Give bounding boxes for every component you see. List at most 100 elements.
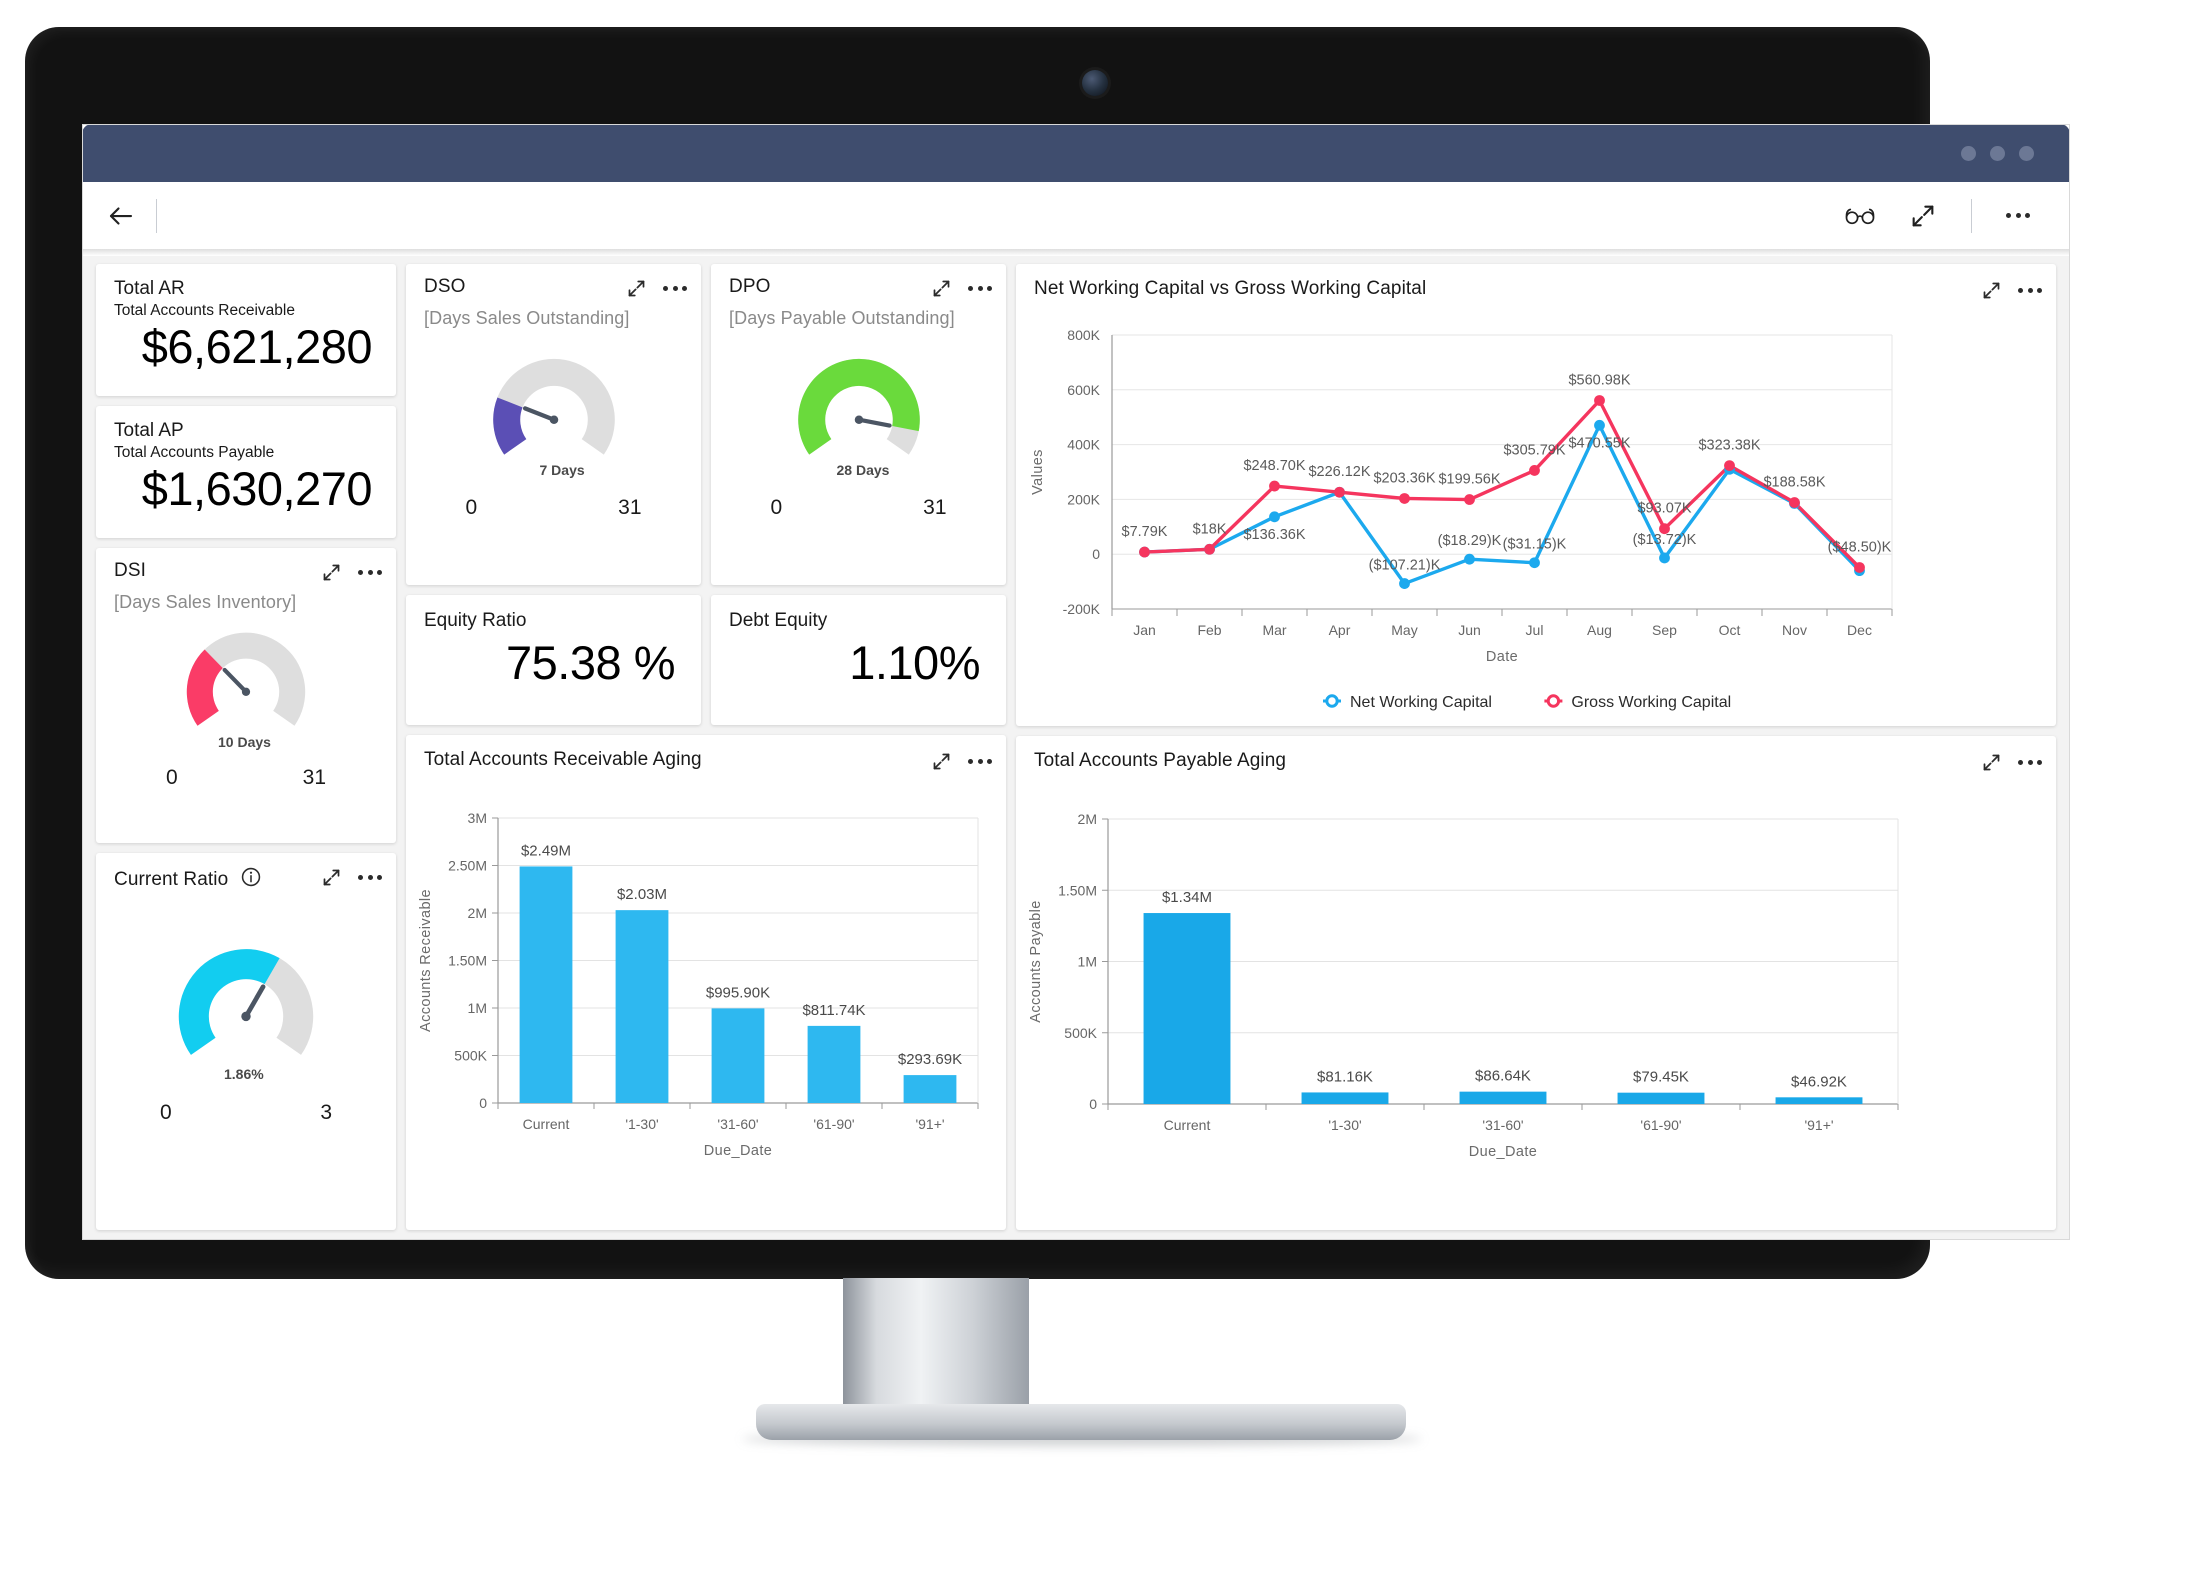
card-total-ar[interactable]: Total AR Total Accounts Receivable $6,62…	[96, 264, 396, 396]
svg-text:Oct: Oct	[1719, 622, 1741, 638]
gauge-value-label: 7 Days	[539, 461, 585, 478]
window-maximize-dot[interactable]	[1990, 146, 2005, 161]
screenshot-root: Total AR Total Accounts Receivable $6,62…	[0, 0, 2199, 1569]
expand-icon[interactable]	[1909, 202, 1937, 230]
dpo-title: DPO	[729, 276, 771, 297]
svg-text:'1-30': '1-30'	[625, 1116, 658, 1132]
total-ap-value: $1,630,270	[141, 462, 373, 515]
svg-text:1M: 1M	[468, 1000, 487, 1016]
svg-text:Gross Working Capital: Gross Working Capital	[1571, 694, 1731, 711]
svg-text:2.50M: 2.50M	[448, 858, 487, 874]
window-controls[interactable]	[1961, 146, 2034, 161]
svg-text:$226.12K: $226.12K	[1308, 464, 1370, 480]
current-ratio-gauge-dial: 1.86%	[162, 936, 330, 1096]
ap-aging-chart: 2M 1.50M 1M 500K 0 $1.34M Current $81.16K '1-30'…	[1016, 773, 2056, 1173]
svg-text:$305.79K: $305.79K	[1503, 442, 1565, 458]
nwc-gwc-title: Net Working Capital vs Gross Working Cap…	[1034, 278, 1427, 299]
svg-text:1.50M: 1.50M	[448, 953, 487, 969]
dso-title: DSO	[424, 276, 466, 297]
svg-text:800K: 800K	[1067, 327, 1100, 343]
current-ratio-title: Current Ratio	[114, 868, 229, 890]
svg-text:$7.79K: $7.79K	[1122, 524, 1168, 540]
svg-text:Net Working Capital: Net Working Capital	[1350, 694, 1492, 711]
total-ap-title: Total AP	[114, 420, 184, 441]
svg-text:Current: Current	[523, 1116, 570, 1132]
svg-text:($18.29)K: ($18.29)K	[1438, 533, 1502, 549]
ap-aging-more-icon[interactable]	[2018, 760, 2042, 765]
svg-text:2M: 2M	[1078, 811, 1097, 827]
nwc-gwc-focus-icon[interactable]	[1981, 280, 2002, 301]
dso-gauge: 7 Days 0 31	[406, 347, 701, 520]
svg-text:$203.36K: $203.36K	[1373, 470, 1435, 486]
dpo-subtitle: [Days Payable Outstanding]	[729, 308, 955, 328]
card-dso[interactable]: DSO [Days Sales Outstanding] 7 Days 0 31	[406, 264, 701, 585]
svg-text:1M: 1M	[1078, 954, 1097, 970]
dso-gauge-dial: 7 Days	[478, 347, 630, 492]
dsi-title: DSI	[114, 560, 146, 581]
card-equity-ratio[interactable]: Equity Ratio 75.38 %	[406, 595, 701, 725]
current-ratio-more-icon[interactable]	[358, 875, 382, 880]
card-ap-aging[interactable]: Total Accounts Payable Aging 2M 1.50M 1M…	[1016, 736, 2056, 1230]
svg-text:$995.90K: $995.90K	[706, 984, 770, 1001]
svg-text:($48.50)K: ($48.50)K	[1828, 539, 1892, 555]
nwc-gwc-line-chart: 800K 600K 400K 200K 0 -200K Jan Feb Mar Apr May Jun…	[1016, 301, 2056, 724]
card-current-ratio[interactable]: Current Ratio 1.86% 0 3	[96, 853, 396, 1230]
gauge-value-label: 28 Days	[836, 461, 890, 478]
dpo-gauge: 28 Days 0 31	[711, 347, 1006, 520]
svg-text:Aug: Aug	[1587, 622, 1612, 638]
svg-text:$248.70K: $248.70K	[1243, 458, 1305, 474]
dsi-focus-icon[interactable]	[321, 562, 342, 583]
ap-aging-focus-icon[interactable]	[1981, 752, 2002, 773]
svg-text:$18K: $18K	[1193, 521, 1227, 537]
dpo-more-icon[interactable]	[968, 286, 992, 291]
nwc-gwc-more-icon[interactable]	[2018, 288, 2042, 293]
card-debt-equity[interactable]: Debt Equity 1.10%	[711, 595, 1006, 725]
window-minimize-dot[interactable]	[1961, 146, 1976, 161]
ar-aging-focus-icon[interactable]	[931, 751, 952, 772]
svg-text:-200K: -200K	[1063, 601, 1101, 617]
arrow-left-icon[interactable]	[106, 201, 136, 231]
ar-aging-more-icon[interactable]	[968, 759, 992, 764]
svg-text:$1.34M: $1.34M	[1162, 889, 1212, 906]
svg-text:$86.64K: $86.64K	[1475, 1068, 1531, 1085]
total-ar-title: Total AR	[114, 278, 185, 299]
dpo-focus-icon[interactable]	[931, 278, 952, 299]
window-close-dot[interactable]	[2019, 146, 2034, 161]
svg-text:$199.56K: $199.56K	[1438, 472, 1500, 488]
svg-text:Nov: Nov	[1782, 622, 1807, 638]
dsi-subtitle: [Days Sales Inventory]	[114, 592, 297, 612]
dsi-more-icon[interactable]	[358, 570, 382, 575]
dpo-gauge-min: 0	[770, 495, 783, 519]
svg-text:Feb: Feb	[1197, 622, 1221, 638]
svg-text:($31.15)K: ($31.15)K	[1503, 537, 1567, 553]
svg-text:Jul: Jul	[1526, 622, 1544, 638]
card-total-ap[interactable]: Total AP Total Accounts Payable $1,630,2…	[96, 406, 396, 538]
card-nwc-gwc[interactable]: Net Working Capital vs Gross Working Cap…	[1016, 264, 2056, 726]
dso-more-icon[interactable]	[663, 286, 687, 291]
svg-text:2M: 2M	[468, 905, 487, 921]
current-ratio-gauge: 1.86% 0 3	[96, 936, 396, 1126]
dsi-gauge: 10 Days 0 31	[96, 621, 396, 790]
card-dpo[interactable]: DPO [Days Payable Outstanding] 28 Days 0…	[711, 264, 1006, 585]
svg-text:Due_Date: Due_Date	[704, 1143, 773, 1159]
total-ap-subtitle: Total Accounts Payable	[114, 444, 275, 461]
svg-text:Current: Current	[1164, 1117, 1211, 1133]
app-screen: Total AR Total Accounts Receivable $6,62…	[82, 124, 2070, 1240]
glasses-icon[interactable]	[1845, 205, 1875, 227]
info-icon[interactable]	[240, 866, 262, 894]
svg-text:$811.74K: $811.74K	[802, 1002, 865, 1019]
total-ar-value: $6,621,280	[141, 320, 373, 373]
svg-text:Accounts Receivable: Accounts Receivable	[418, 889, 434, 1032]
dso-focus-icon[interactable]	[626, 278, 647, 299]
dsi-gauge-min: 0	[166, 766, 178, 790]
more-options-icon[interactable]	[2006, 213, 2030, 218]
svg-text:Due_Date: Due_Date	[1469, 1144, 1538, 1160]
current-ratio-focus-icon[interactable]	[321, 867, 342, 888]
svg-text:Accounts Payable: Accounts Payable	[1028, 900, 1044, 1022]
svg-text:($13.72)K: ($13.72)K	[1633, 532, 1697, 548]
card-ar-aging[interactable]: Total Accounts Receivable Aging 3M 2.50M…	[406, 735, 1006, 1230]
right-column: Net Working Capital vs Gross Working Cap…	[1016, 264, 2056, 1230]
svg-text:600K: 600K	[1067, 382, 1100, 398]
svg-text:0: 0	[1092, 546, 1100, 562]
card-dsi[interactable]: DSI [Days Sales Inventory] 10 Days 0 31	[96, 548, 396, 843]
